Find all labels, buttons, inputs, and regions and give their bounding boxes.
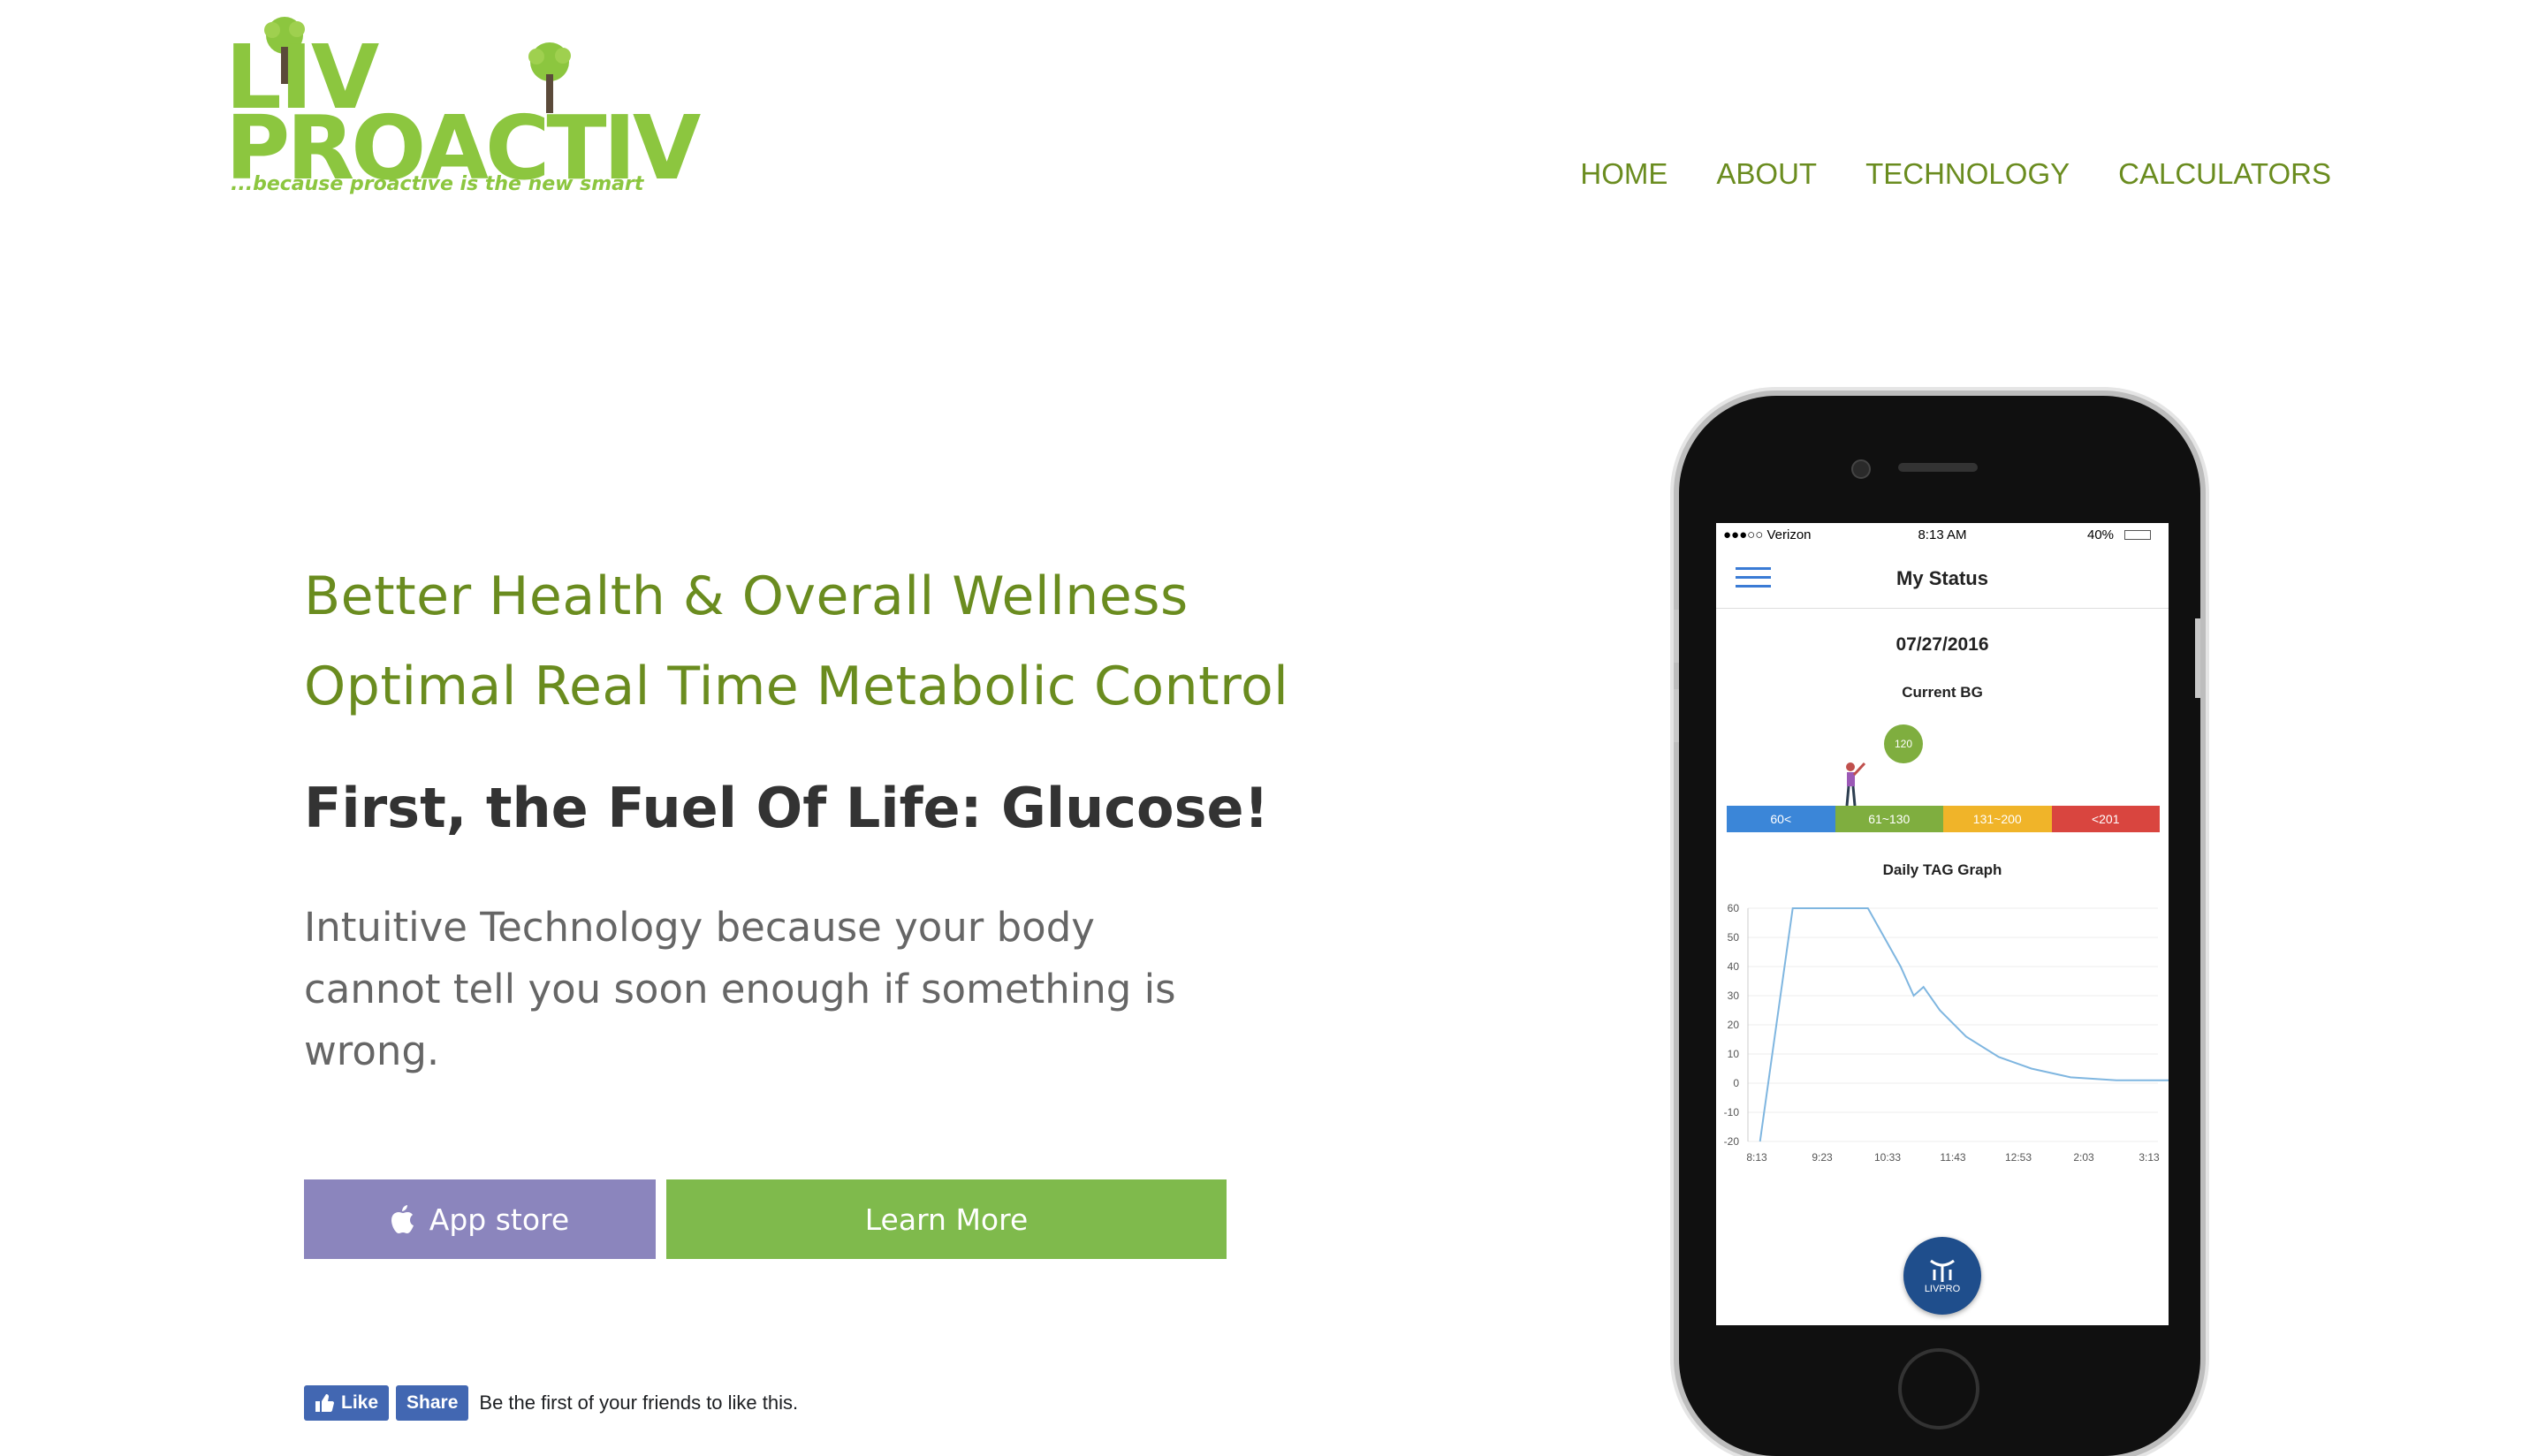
y-tick-label: 40: [1728, 960, 1740, 973]
y-tick-label: 20: [1728, 1019, 1740, 1031]
x-tick-label: 12:53: [2005, 1151, 2032, 1164]
facebook-widget: Like Share Be the first of your friends …: [304, 1385, 798, 1421]
y-tick-label: -20: [1724, 1135, 1740, 1148]
learn-more-button[interactable]: Learn More: [666, 1179, 1227, 1259]
range-elevated: 131~200: [1943, 806, 2052, 832]
main-nav: HOME ABOUT TECHNOLOGY CALCULATORS: [1580, 157, 2331, 191]
range-low: 60<: [1727, 806, 1835, 832]
current-bg-label: Current BG: [1902, 684, 1983, 701]
facebook-share-label: Share: [406, 1392, 459, 1413]
range-high: <201: [2051, 806, 2160, 832]
screen-title: My Status: [1896, 567, 1988, 589]
livpro-app-button[interactable]: LIVPRO: [1903, 1237, 1981, 1315]
x-tick-label: 11:43: [1940, 1151, 1965, 1164]
phone-screen: ●●●○○ Verizon 8:13 AM 40% My Status 07/2…: [1716, 523, 2169, 1325]
y-tick-label: -10: [1724, 1106, 1740, 1119]
livpro-logo-icon: [1930, 1259, 1955, 1282]
x-tick-label: 9:23: [1812, 1151, 1833, 1164]
nav-about[interactable]: ABOUT: [1716, 157, 1817, 191]
hero-headline-1: Better Health & Overall Wellness: [304, 565, 1189, 627]
screen-date: 07/27/2016: [1895, 634, 1989, 655]
site-logo[interactable]: LIV PROACTIV ...because proactive is the…: [225, 16, 701, 206]
person-icon: [1845, 762, 1866, 807]
phone-volume-button: [1674, 689, 1679, 742]
x-tick-label: 2:03: [2073, 1151, 2094, 1164]
facebook-like-label: Like: [341, 1392, 379, 1413]
status-bar: ●●●○○ Verizon 8:13 AM 40%: [1716, 523, 2169, 548]
facebook-social-text: Be the first of your friends to like thi…: [479, 1392, 799, 1414]
phone-camera: [1851, 459, 1871, 479]
phone-home-button: [1898, 1348, 1979, 1429]
y-tick-label: 0: [1733, 1077, 1739, 1089]
current-bg-bubble: 120: [1884, 724, 1923, 763]
livpro-logo-text: LIVPRO: [1924, 1284, 1961, 1294]
x-tick-label: 10:33: [1874, 1151, 1901, 1164]
hero-headline-2: Optimal Real Time Metabolic Control: [304, 656, 1289, 717]
phone-earpiece: [1898, 463, 1978, 472]
x-tick-label: 8:13: [1746, 1151, 1767, 1164]
range-normal: 61~130: [1835, 806, 1943, 832]
x-tick-label: 3:13: [2139, 1151, 2160, 1164]
bg-range-bar: 60< 61~130 131~200 <201: [1727, 806, 2160, 832]
thumbs-up-icon: [315, 1394, 334, 1412]
app-store-label: App store: [429, 1202, 570, 1237]
y-tick-label: 30: [1728, 990, 1740, 1002]
hero-lead: Intuitive Technology because your body c…: [304, 904, 1176, 1074]
apple-icon: [391, 1205, 414, 1233]
y-tick-label: 10: [1728, 1048, 1740, 1060]
facebook-like-button[interactable]: Like: [304, 1385, 390, 1421]
battery-text: 40%: [2087, 527, 2115, 542]
logo-tagline: ...because proactive is the new smart: [231, 173, 644, 195]
y-tick-label: 60: [1728, 902, 1740, 914]
hero-subhead: First, the Fuel Of Life: Glucose!: [304, 776, 1269, 840]
nav-technology[interactable]: TECHNOLOGY: [1865, 157, 2070, 191]
facebook-share-button[interactable]: Share: [396, 1385, 469, 1421]
nav-home[interactable]: HOME: [1580, 157, 1668, 191]
nav-calculators[interactable]: CALCULATORS: [2118, 157, 2331, 191]
battery-icon: [2124, 530, 2151, 540]
daily-tag-graph: 60 50 40 30 20 10 0 -10 -20 8:13 9:23 10:33 11:43 12:…: [1724, 902, 2169, 1164]
phone-volume-button: [1674, 610, 1679, 663]
y-tick-label: 50: [1728, 931, 1740, 944]
app-store-button[interactable]: App store: [304, 1179, 656, 1259]
graph-title: Daily TAG Graph: [1882, 861, 2002, 878]
phone-side-button: [2195, 618, 2200, 698]
